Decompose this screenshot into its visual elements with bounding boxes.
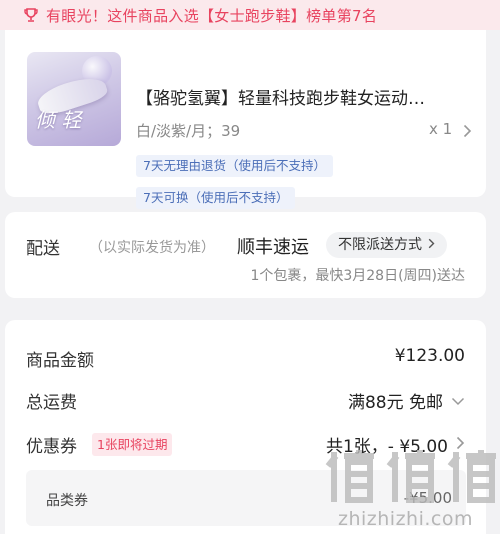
delivery-note: （以实际发货为准） (89, 240, 215, 256)
product-title[interactable]: 【骆驼氢翼】轻量科技跑步鞋女运动… (136, 84, 481, 109)
watermark-glyph-1 (325, 450, 374, 503)
shipping-row[interactable]: 总运费 满88元 免邮 (26, 388, 465, 414)
watermark-logo (324, 446, 500, 506)
delivery-label: 配送 (26, 239, 60, 259)
shipping-value: 满88元 免邮 (347, 393, 443, 413)
coupon-label: 优惠券 (26, 437, 77, 457)
goods-amount-row: 商品金额 ¥123.00 (26, 346, 465, 372)
chevron-right-icon (428, 232, 435, 258)
rank-banner[interactable]: 有眼光！这件商品入选【女士跑步鞋】榜单第7名 (0, 0, 500, 30)
delivery-info: 1个包裹，最快3月28日(周四)送达 (250, 268, 465, 284)
product-card[interactable]: 倾 轻 【骆驼氢翼】轻量科技跑步鞋女运动… 白/淡紫/月；39 x 1 7天无理… (5, 30, 486, 209)
watermark-glyph-3 (447, 450, 496, 503)
goods-amount-value: ¥123.00 (394, 346, 465, 366)
watermark: zhizhizhi.com (324, 446, 500, 534)
product-spec[interactable]: 白/淡紫/月；39 (136, 120, 240, 141)
chevron-right-icon[interactable] (463, 123, 472, 142)
product-image-text: 倾 轻 (35, 108, 82, 132)
watermark-glyph-2 (386, 450, 435, 503)
product-quantity: x 1 (429, 120, 453, 138)
delivery-carrier: 顺丰速运 (237, 237, 309, 258)
delivery-card: 配送 （以实际发货为准） 顺丰速运 不限派送方式 1个包裹，最快3月28日(周四… (5, 212, 486, 298)
exchange-policy-tag: 7天可换（使用后不支持） (136, 187, 296, 209)
watermark-url: zhizhizhi.com (338, 508, 474, 530)
return-policy-tag: 7天无理由退货（使用后不支持） (136, 155, 333, 177)
category-coupon-label: 品类券 (46, 493, 88, 509)
product-image[interactable]: 倾 轻 (27, 52, 121, 146)
trophy-icon (22, 6, 40, 24)
delivery-method-button[interactable]: 不限派送方式 (326, 232, 447, 258)
goods-amount-label: 商品金额 (26, 351, 94, 371)
banner-text: 有眼光！这件商品入选【女士跑步鞋】榜单第7名 (46, 6, 378, 25)
shipping-label: 总运费 (26, 393, 77, 413)
coupon-expiring-badge: 1张即将过期 (92, 433, 173, 456)
chevron-down-icon[interactable] (451, 391, 465, 411)
delivery-method-label: 不限派送方式 (338, 237, 422, 253)
